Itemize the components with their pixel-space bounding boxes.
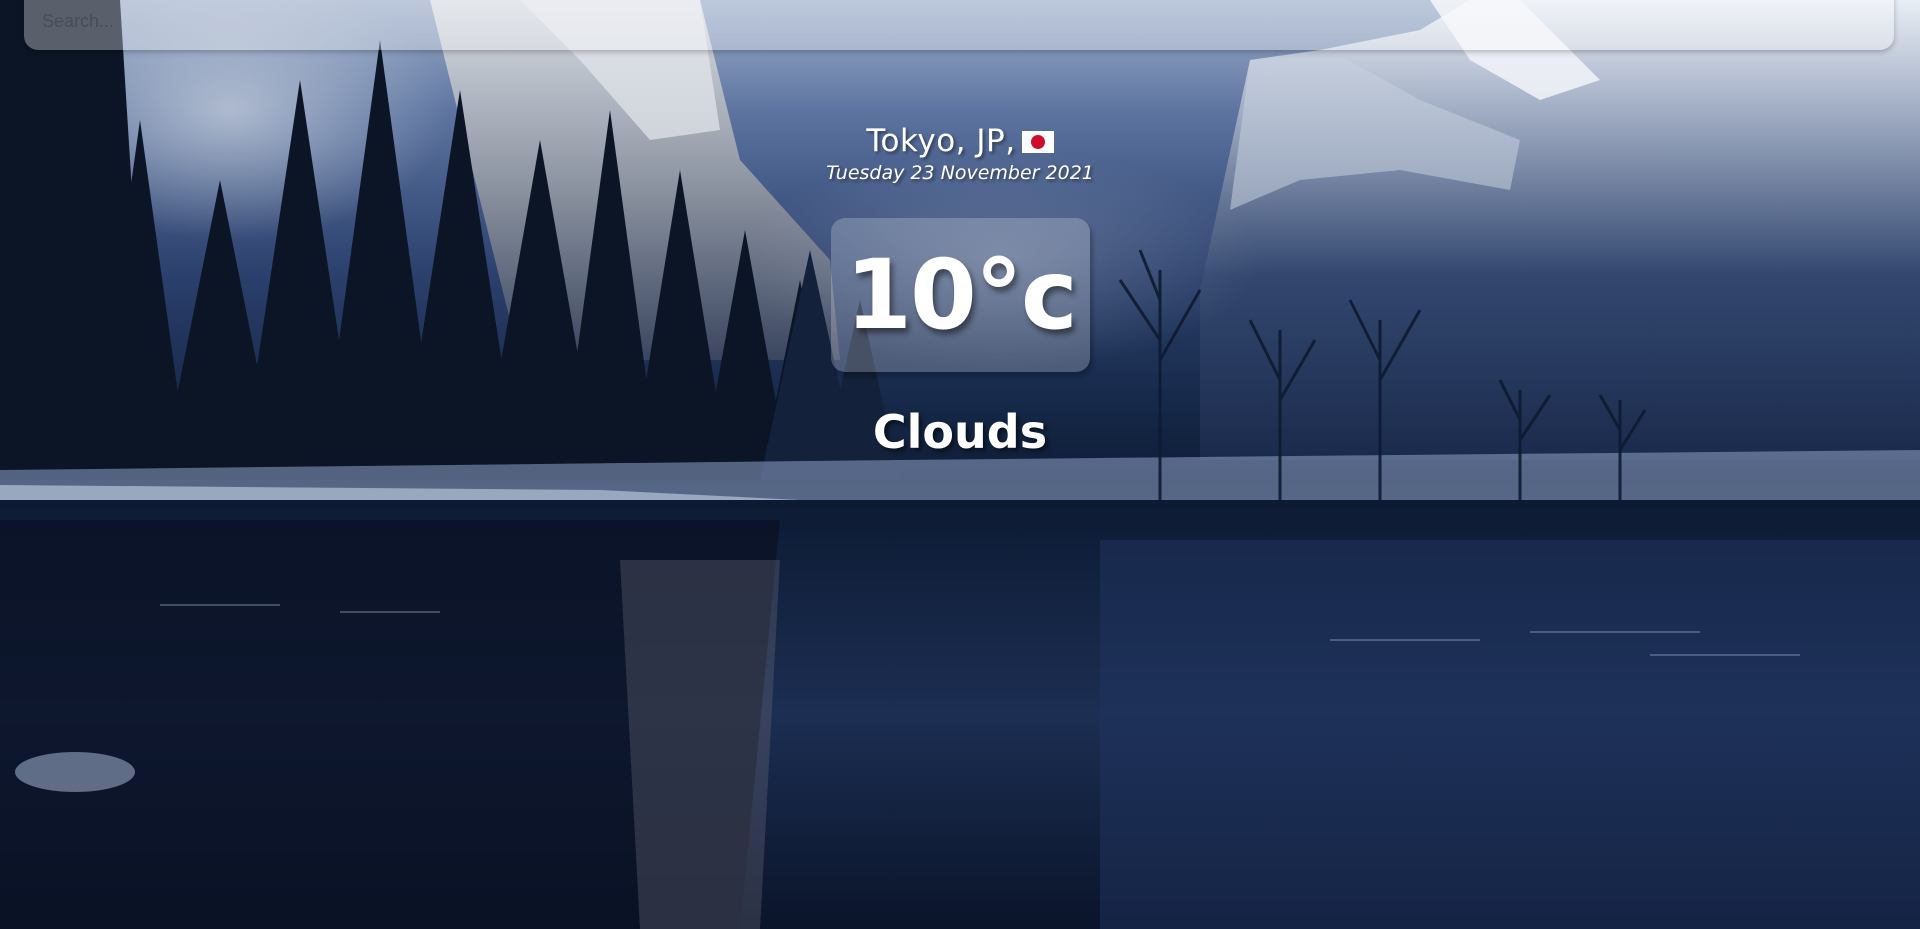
location-header: Tokyo, JP, Tuesday 23 November 2021: [760, 122, 1160, 186]
japan-flag-icon: [1021, 131, 1054, 153]
weather-condition: Clouds: [872, 405, 1048, 459]
location-line: Tokyo, JP,: [760, 122, 1160, 160]
current-date: Tuesday 23 November 2021: [826, 162, 1094, 184]
temperature-value: 10°c: [845, 239, 1078, 351]
search-input[interactable]: [40, 0, 1874, 42]
search-bar: [24, 0, 1894, 50]
location-name: Tokyo, JP,: [866, 123, 1016, 159]
temperature-panel: 10°c: [831, 218, 1090, 372]
